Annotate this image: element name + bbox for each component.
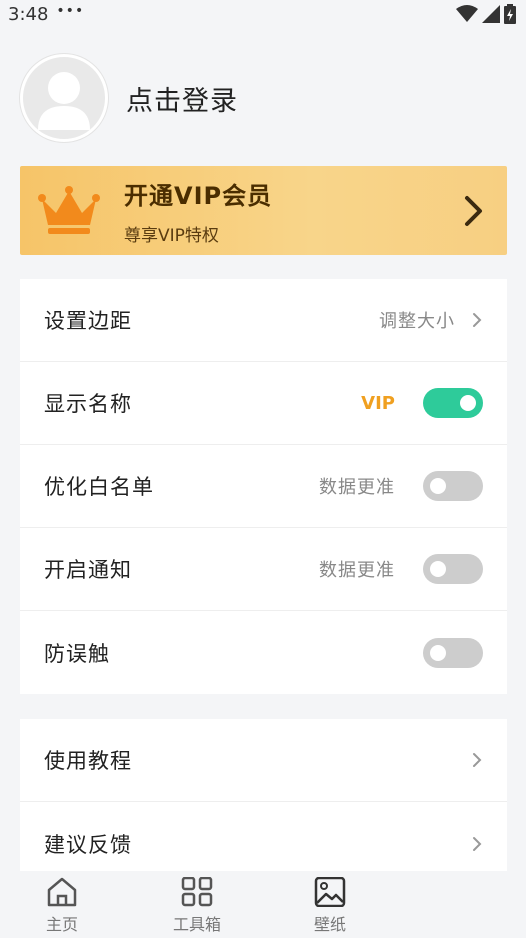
setting-row-anti-touch: 防误触 (20, 611, 507, 694)
show-name-toggle[interactable] (423, 388, 483, 418)
setting-label: 显示名称 (44, 392, 132, 416)
status-time: 3:48 (8, 3, 49, 25)
vip-subtitle: 尊享VIP特权 (124, 225, 219, 246)
login-link[interactable]: 点击登录 (126, 79, 238, 118)
setting-row-notification: 开启通知 数据更准 (20, 528, 507, 611)
bottom-nav: 主页 工具箱 壁纸 (0, 871, 526, 938)
nav-label: 工具箱 (172, 915, 221, 934)
anti-touch-toggle[interactable] (423, 637, 483, 668)
chevron-right-icon (473, 836, 482, 851)
link-label: 使用教程 (44, 749, 132, 773)
profile-header[interactable]: 点击登录 (20, 54, 238, 142)
vip-banner[interactable]: 开通VIP会员 尊享VIP特权 (20, 166, 507, 255)
setting-hint: 数据更准 (319, 560, 395, 581)
signal-icon (482, 5, 500, 23)
notification-toggle[interactable] (423, 554, 483, 584)
battery-charging-icon (504, 4, 516, 24)
setting-hint: 调整大小 (379, 311, 455, 332)
nav-wallpaper[interactable]: 壁纸 (290, 877, 370, 935)
vip-badge: VIP (361, 392, 395, 414)
setting-hint: 数据更准 (319, 477, 395, 498)
chevron-right-icon (473, 753, 482, 767)
image-icon (314, 877, 346, 907)
crown-icon (38, 185, 100, 234)
settings-group: 设置边距 调整大小 显示名称 VIP 优化白名单 数据更准 开启通知 数据更准 … (20, 279, 507, 694)
setting-label: 开启通知 (44, 558, 132, 582)
chevron-right-icon (465, 195, 482, 226)
status-dots: ••• (56, 3, 85, 19)
status-bar: 3:48 ••• (0, 0, 526, 28)
setting-label: 设置边距 (44, 309, 132, 333)
link-label: 建议反馈 (44, 832, 132, 857)
setting-label: 优化白名单 (44, 475, 154, 499)
setting-label: 防误触 (44, 641, 110, 666)
nav-toolbox[interactable]: 工具箱 (157, 877, 237, 935)
setting-row-show-name: 显示名称 VIP (20, 362, 507, 445)
nav-label: 壁纸 (313, 915, 346, 934)
wifi-icon (456, 5, 478, 22)
grid-icon (181, 877, 213, 907)
home-icon (47, 877, 77, 907)
setting-row-whitelist: 优化白名单 数据更准 (20, 445, 507, 528)
user-avatar-icon[interactable] (20, 54, 108, 142)
link-row-tutorial[interactable]: 使用教程 (20, 719, 507, 802)
vip-title: 开通VIP会员 (124, 181, 273, 210)
whitelist-toggle[interactable] (423, 471, 483, 501)
links-group: 使用教程 建议反馈 (20, 719, 507, 885)
setting-row-margin[interactable]: 设置边距 调整大小 (20, 279, 507, 362)
nav-label: 主页 (45, 915, 78, 934)
nav-home[interactable]: 主页 (22, 877, 102, 935)
chevron-right-icon (473, 313, 482, 327)
